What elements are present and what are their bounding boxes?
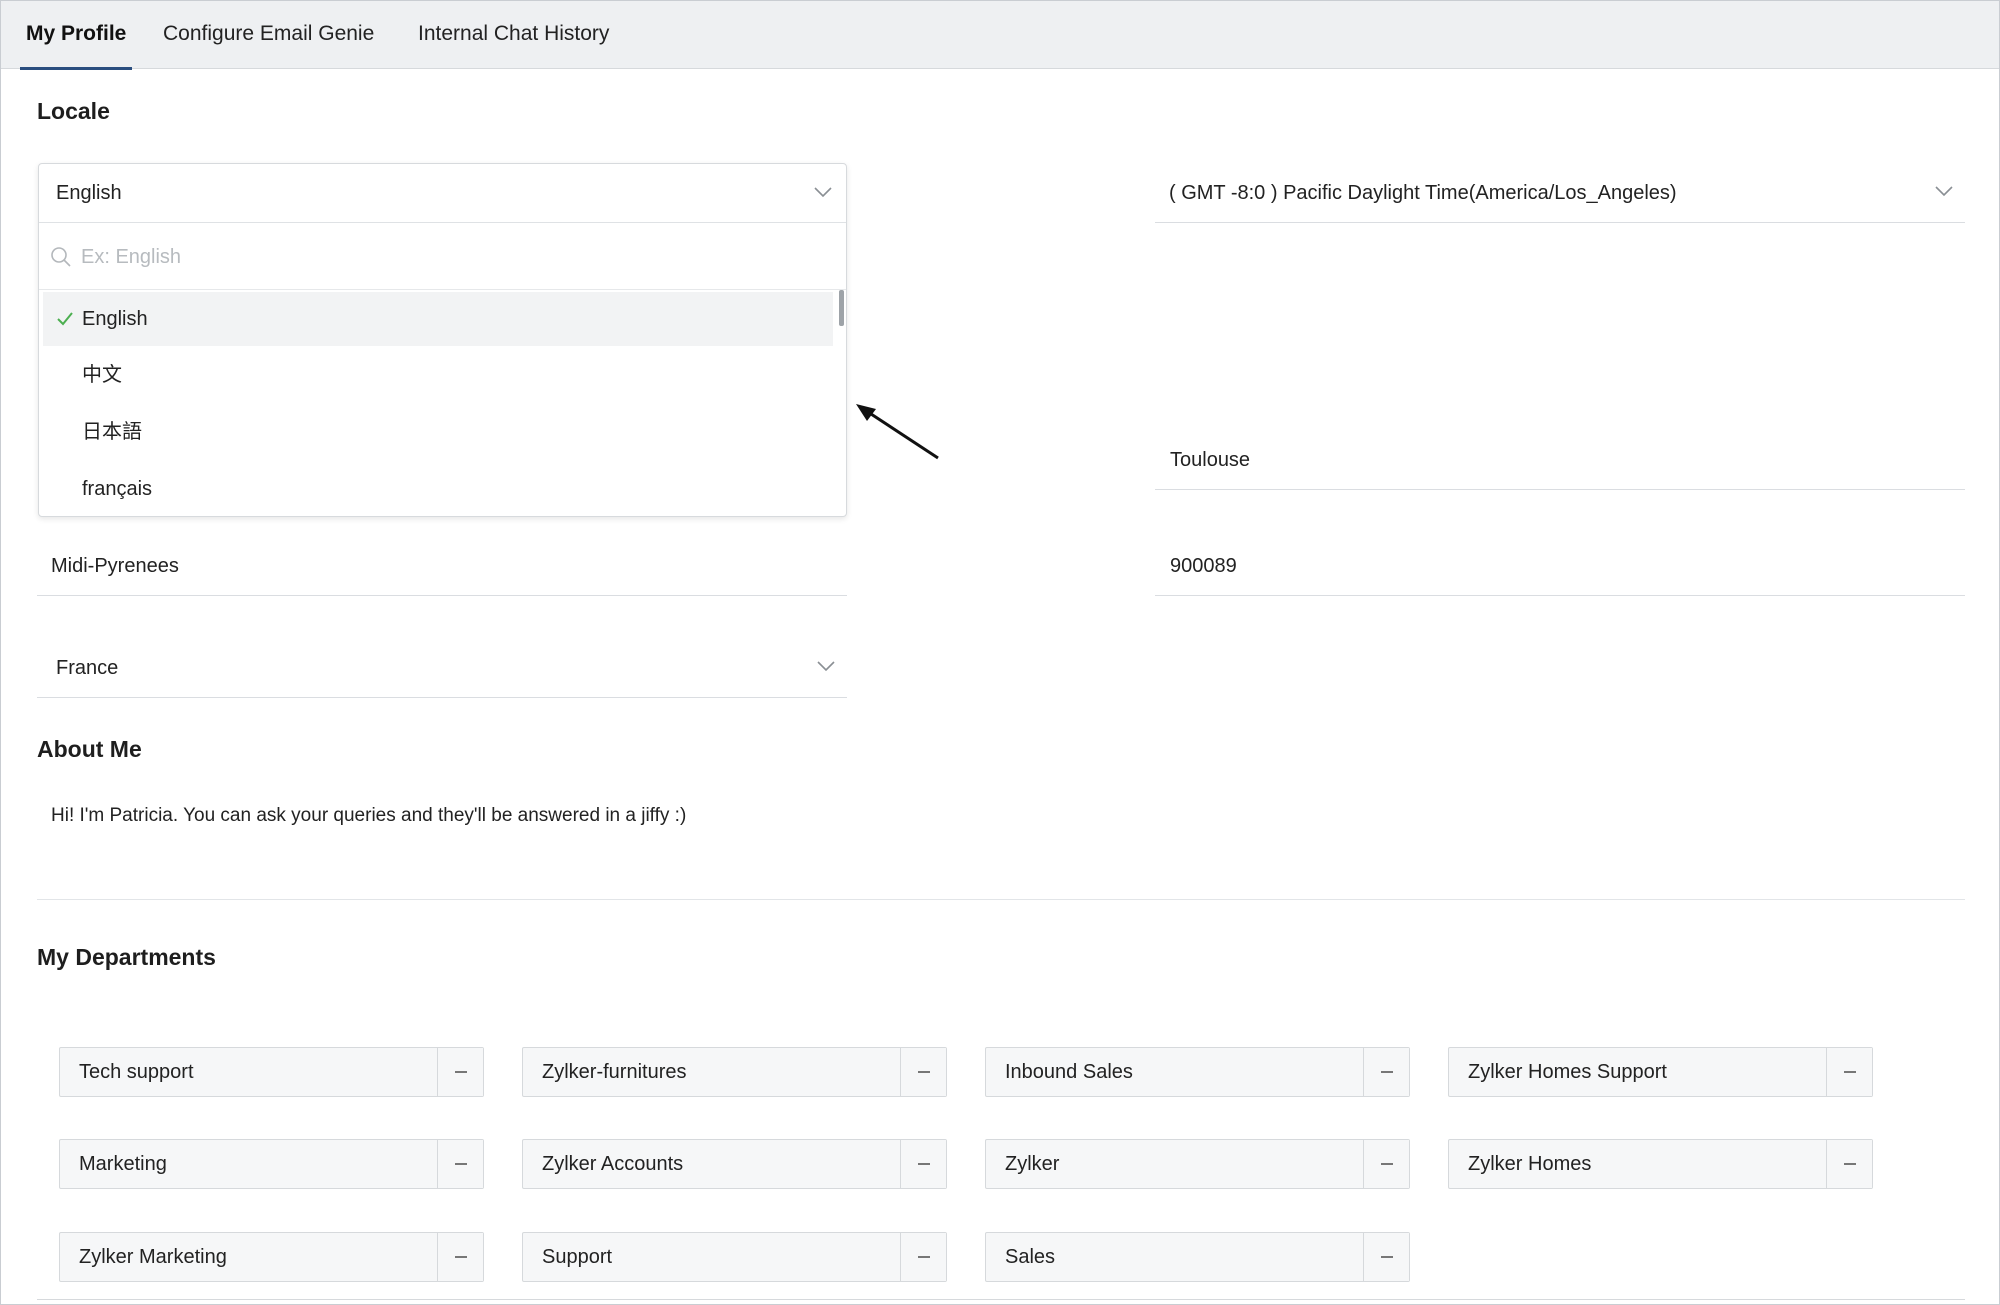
- language-option[interactable]: 中文: [43, 347, 833, 403]
- minus-icon: [1381, 1163, 1393, 1165]
- remove-department-button[interactable]: [1363, 1140, 1409, 1188]
- country-value: France: [56, 657, 119, 679]
- language-select[interactable]: English: [39, 164, 846, 223]
- language-option[interactable]: français: [43, 461, 833, 517]
- dropdown-scrollbar[interactable]: [839, 290, 844, 326]
- department-label: Zylker Accounts: [542, 1153, 684, 1175]
- minus-icon: [918, 1071, 930, 1073]
- minus-icon: [1844, 1163, 1856, 1165]
- remove-department-button[interactable]: [1826, 1140, 1872, 1188]
- zip-field[interactable]: 900089: [1155, 536, 1965, 596]
- state-value: Midi-Pyrenees: [51, 555, 179, 577]
- tab-my-profile[interactable]: My Profile: [20, 1, 133, 70]
- department-label: Support: [542, 1246, 613, 1268]
- about-me-title: About Me: [37, 736, 142, 762]
- department-chip: Tech support: [59, 1047, 484, 1097]
- department-label: Zylker Homes: [1468, 1153, 1592, 1175]
- language-value: English: [56, 182, 122, 204]
- language-options: English 中文 日本語 français: [43, 292, 833, 517]
- timezone-select[interactable]: ( GMT -8:0 ) Pacific Daylight Time(Ameri…: [1155, 163, 1965, 223]
- language-dropdown[interactable]: English English 中文 日本語 français: [38, 163, 847, 517]
- department-chip: Zylker Homes Support: [1448, 1047, 1873, 1097]
- zip-value: 900089: [1170, 555, 1237, 577]
- active-tab-indicator: [20, 67, 133, 70]
- remove-department-button[interactable]: [900, 1233, 946, 1281]
- department-label: Zylker-furnitures: [542, 1061, 687, 1083]
- department-chip: Sales: [985, 1232, 1410, 1282]
- minus-icon: [455, 1071, 467, 1073]
- locale-title: Locale: [37, 98, 110, 124]
- department-chip: Zylker-furnitures: [522, 1047, 947, 1097]
- chevron-down-icon: [1935, 185, 1953, 201]
- department-chip: Zylker: [985, 1139, 1410, 1189]
- tab-configure-email-genie[interactable]: Configure Email Genie: [163, 1, 374, 69]
- remove-department-button[interactable]: [437, 1140, 483, 1188]
- department-chip: Inbound Sales: [985, 1047, 1410, 1097]
- language-search-input[interactable]: [81, 238, 821, 276]
- minus-icon: [918, 1256, 930, 1258]
- department-chip: Marketing: [59, 1139, 484, 1189]
- state-field[interactable]: Midi-Pyrenees: [37, 536, 847, 596]
- department-chip: Zylker Homes: [1448, 1139, 1873, 1189]
- remove-department-button[interactable]: [437, 1048, 483, 1096]
- language-option-label: français: [82, 478, 153, 500]
- tab-label: Internal Chat History: [418, 22, 610, 45]
- department-chip: Zylker Marketing: [59, 1232, 484, 1282]
- minus-icon: [455, 1163, 467, 1165]
- department-label: Tech support: [79, 1061, 194, 1083]
- remove-department-button[interactable]: [1826, 1048, 1872, 1096]
- department-label: Sales: [1005, 1246, 1056, 1268]
- minus-icon: [455, 1256, 467, 1258]
- minus-icon: [1381, 1071, 1393, 1073]
- divider: [37, 899, 1965, 900]
- chevron-down-icon: [817, 660, 835, 676]
- tab-label: Configure Email Genie: [163, 22, 375, 45]
- language-option-label: 中文: [82, 364, 122, 386]
- search-icon: [50, 246, 72, 273]
- remove-department-button[interactable]: [437, 1233, 483, 1281]
- remove-department-button[interactable]: [900, 1140, 946, 1188]
- language-search: [39, 224, 846, 290]
- tab-label: My Profile: [26, 22, 127, 45]
- language-option[interactable]: 日本語: [43, 404, 833, 460]
- annotation-arrow-icon: [856, 404, 942, 469]
- minus-icon: [918, 1163, 930, 1165]
- tab-internal-chat-history[interactable]: Internal Chat History: [418, 1, 609, 69]
- chevron-down-icon: [814, 185, 832, 203]
- minus-icon: [1381, 1256, 1393, 1258]
- language-option-label: English: [82, 308, 148, 330]
- remove-department-button[interactable]: [900, 1048, 946, 1096]
- department-label: Zylker Marketing: [79, 1246, 227, 1268]
- tab-bar: My Profile Configure Email Genie Interna…: [1, 1, 1999, 70]
- country-select[interactable]: France: [37, 638, 847, 698]
- timezone-value: ( GMT -8:0 ) Pacific Daylight Time(Ameri…: [1169, 182, 1677, 204]
- department-chip: Support: [522, 1232, 947, 1282]
- city-value: Toulouse: [1170, 449, 1251, 471]
- department-chip: Zylker Accounts: [522, 1139, 947, 1189]
- remove-department-button[interactable]: [1363, 1048, 1409, 1096]
- language-option-label: 日本語: [82, 421, 142, 443]
- departments-title: My Departments: [37, 944, 216, 970]
- remove-department-button[interactable]: [1363, 1233, 1409, 1281]
- language-option[interactable]: English: [43, 292, 833, 346]
- city-field[interactable]: Toulouse: [1155, 430, 1965, 490]
- divider: [37, 1299, 1965, 1300]
- department-label: Zylker: [1005, 1153, 1060, 1175]
- minus-icon: [1844, 1071, 1856, 1073]
- department-label: Zylker Homes Support: [1468, 1061, 1667, 1083]
- department-label: Inbound Sales: [1005, 1061, 1133, 1083]
- department-label: Marketing: [79, 1153, 167, 1175]
- about-me-text[interactable]: Hi! I'm Patricia. You can ask your queri…: [51, 805, 686, 827]
